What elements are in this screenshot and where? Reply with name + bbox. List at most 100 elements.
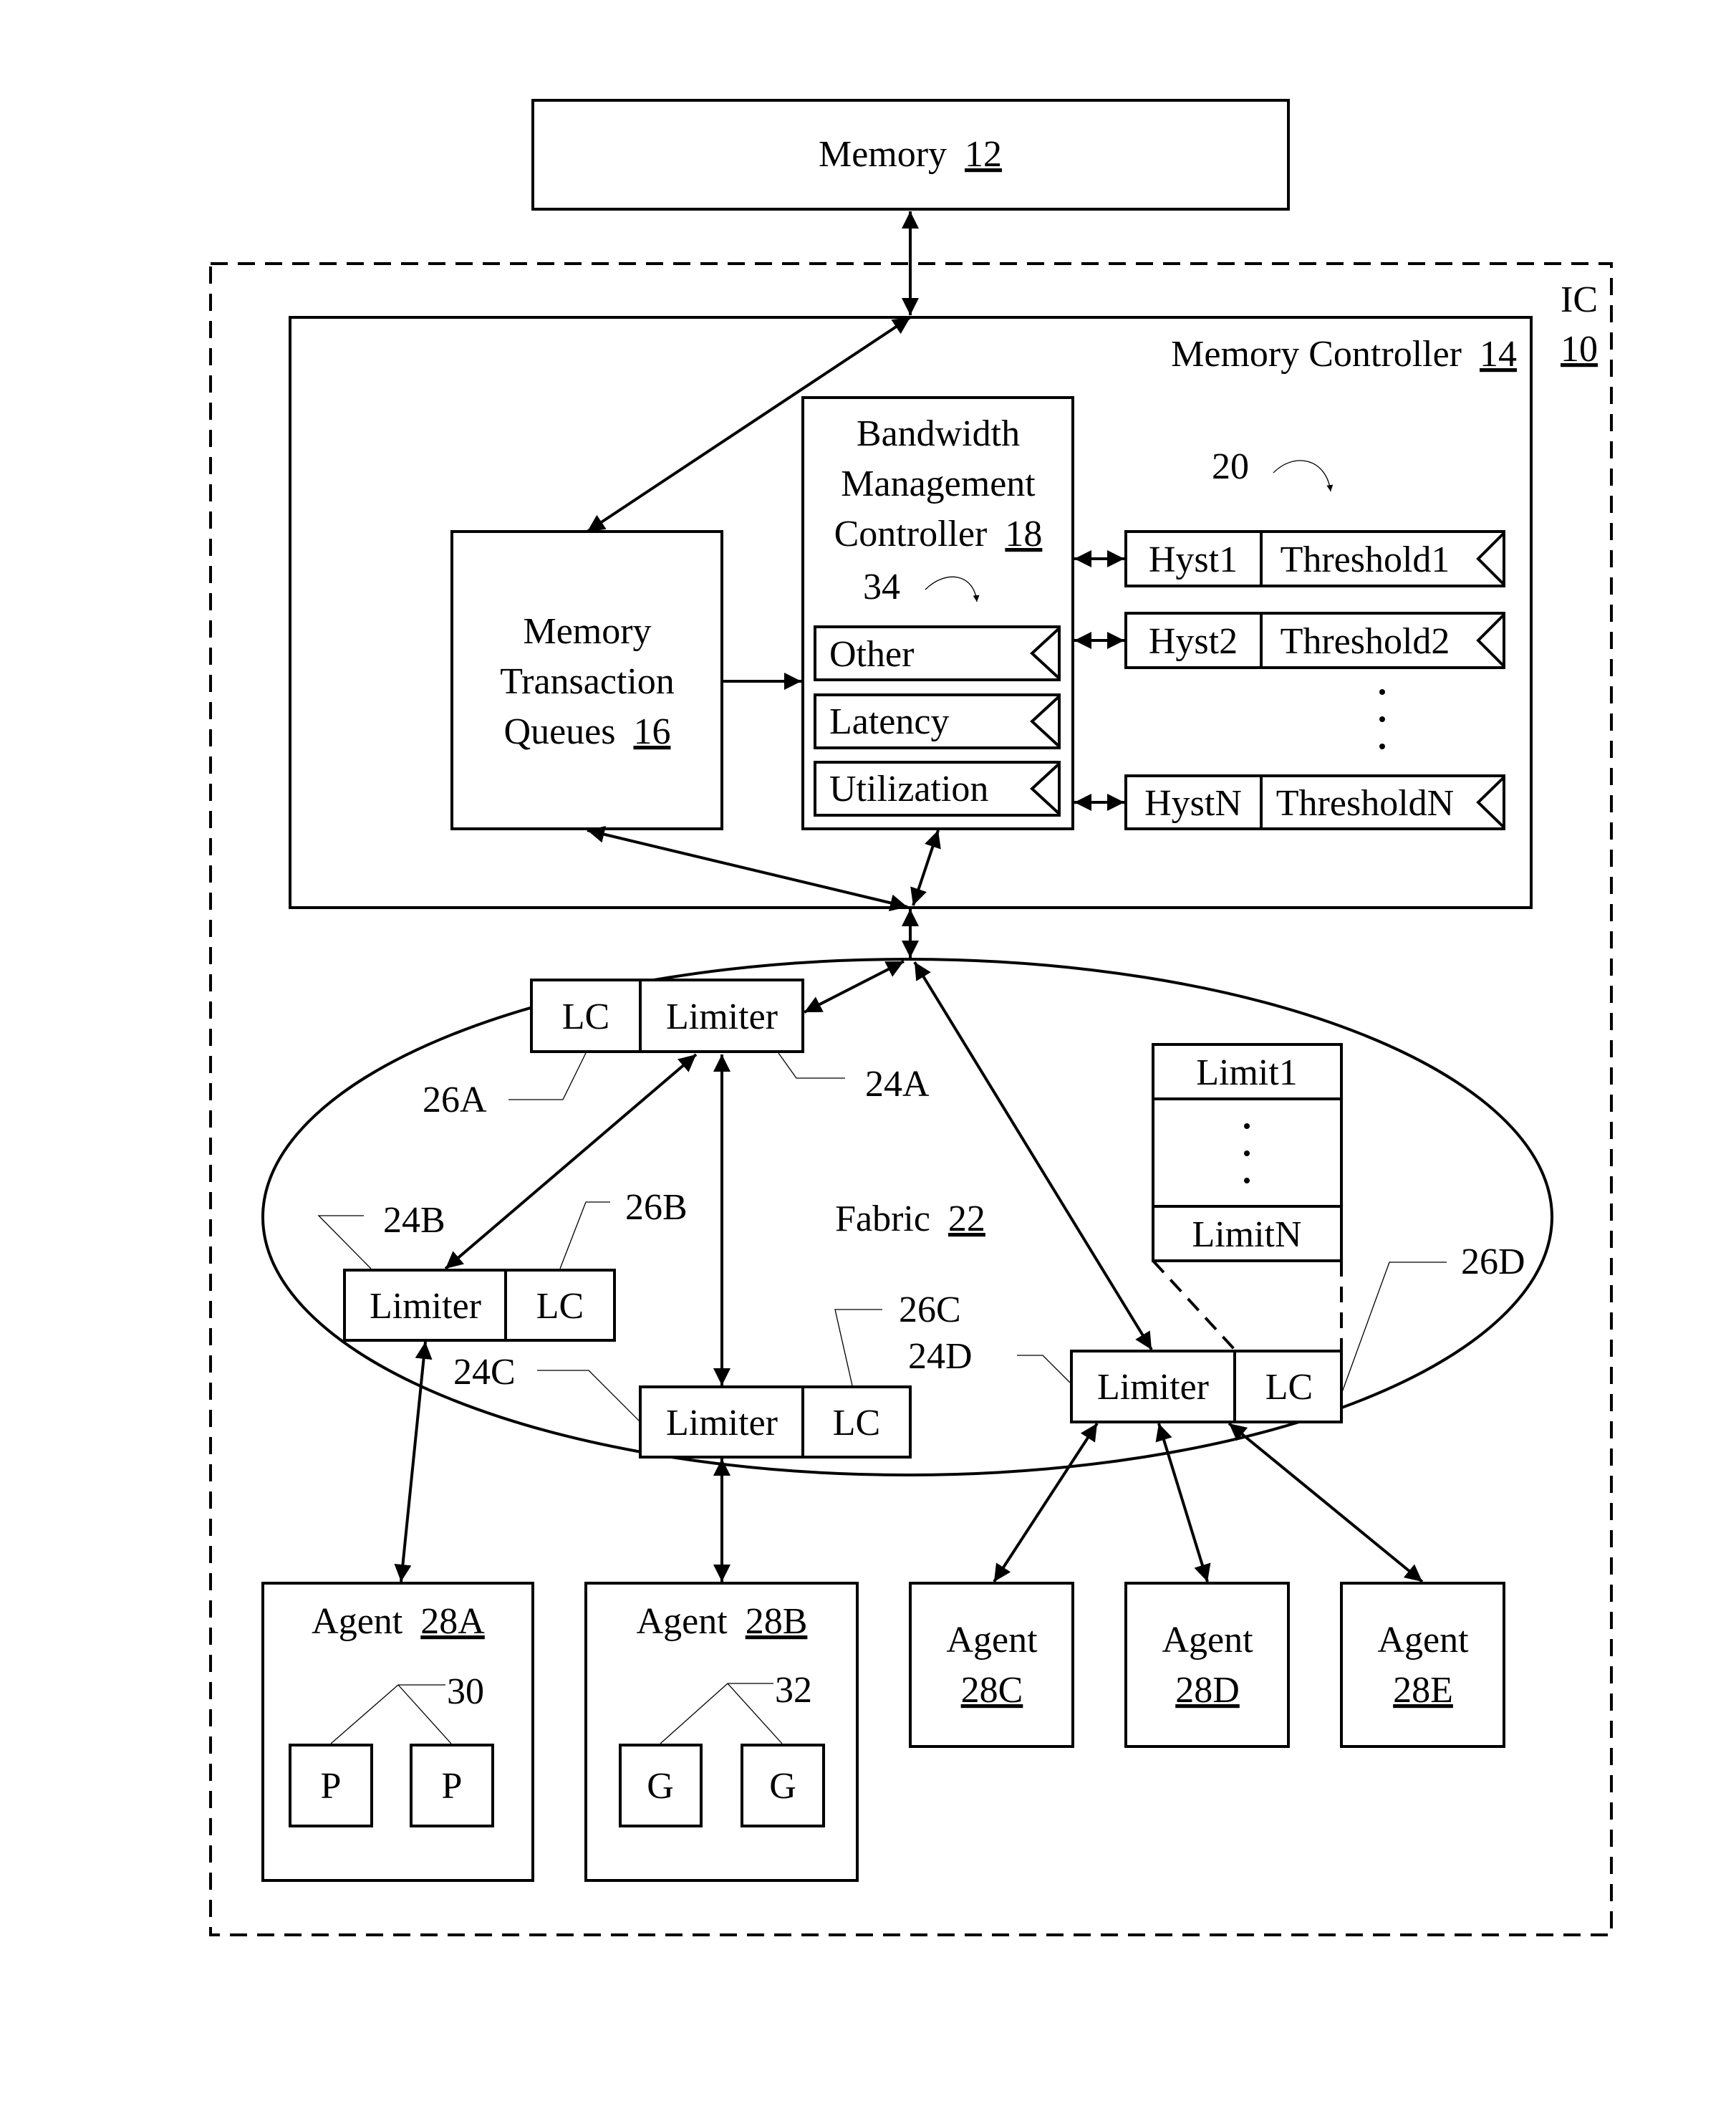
lc-b-ref: 26B — [625, 1187, 688, 1228]
agent-a: Agent 28A 30 P P — [261, 1582, 534, 1882]
monitor-utilization: Utilization — [814, 761, 1061, 817]
memory-block: Memory 12 — [531, 99, 1290, 211]
graphics-group-ref: 32 — [775, 1670, 812, 1711]
limiter-b: Limiter LC — [343, 1269, 616, 1342]
processor-group-ref: 30 — [447, 1671, 484, 1712]
monitor-utilization-label: Utilization — [829, 769, 988, 809]
lc-c-ref: 26C — [899, 1289, 961, 1330]
agent-c-ref: 28C — [961, 1670, 1023, 1711]
memory-label: Memory — [819, 134, 947, 175]
memory-controller-label: Memory Controller — [1171, 334, 1462, 375]
svg-text:Memory 12: Memory 12 — [819, 134, 1002, 175]
lc-c-leader — [834, 1309, 882, 1386]
svg-text:Memory Controller 14: Memory Controller 14 — [1171, 334, 1517, 375]
limit-table-dashed-left — [1152, 1259, 1236, 1351]
memory-ref: 12 — [965, 134, 1002, 175]
limiter-b-leader — [317, 1215, 372, 1269]
limiter-a-label: Limiter — [666, 996, 778, 1037]
limiter-a: LC Limiter — [530, 979, 804, 1053]
limiter-b-ref: 24B — [383, 1200, 445, 1241]
lc-d-label: LC — [1265, 1367, 1313, 1408]
ic-ref: 10 — [1561, 329, 1598, 370]
lc-c-label: LC — [833, 1403, 880, 1443]
threshold-table-ref: 20 — [1212, 446, 1249, 487]
limiter-d-agent-e-link — [1228, 1422, 1424, 1583]
monitor-other: Other — [814, 625, 1061, 681]
agent-b-ref: 28B — [746, 1601, 808, 1642]
queues-label-line3: Queues — [504, 711, 616, 752]
agent-a-label: Agent — [312, 1601, 403, 1642]
graphics-1-label: G — [647, 1766, 674, 1807]
monitor-other-label: Other — [829, 634, 914, 675]
limiter-d-label: Limiter — [1097, 1367, 1209, 1408]
bmc-label-line2: Management — [841, 463, 1036, 504]
limiter-b-label: Limiter — [370, 1286, 481, 1327]
agent-e: Agent 28E — [1340, 1582, 1505, 1748]
lc-a-ref: 26A — [423, 1080, 487, 1120]
agent-d: Agent 28D — [1124, 1582, 1290, 1748]
agent-a-ref: 28A — [420, 1601, 485, 1642]
limiter-a-leader — [778, 1052, 845, 1079]
svg-text:Agent 28B: Agent 28B — [637, 1601, 808, 1642]
queues-ref: 16 — [633, 711, 670, 752]
svg-text:Queues 16: Queues 16 — [504, 711, 671, 752]
limiter-a-ref: 24A — [865, 1064, 930, 1105]
limitn-label: LimitN — [1192, 1214, 1301, 1255]
agent-b: Agent 28B 32 G G — [584, 1582, 859, 1882]
threshold1-label: Threshold1 — [1281, 539, 1450, 580]
fabric-label: Fabric — [835, 1198, 930, 1239]
hyst2-label: Hyst2 — [1149, 621, 1238, 662]
lc-a-label: LC — [562, 996, 609, 1037]
block-diagram: Memory 12 IC 10 Memory Controller 14 Mem… — [209, 99, 1613, 1936]
monitor-latency-label: Latency — [829, 701, 949, 742]
monitor-ref-label: 34 — [863, 567, 900, 607]
limiter-c: Limiter LC — [639, 1385, 912, 1459]
limit-table: Limit1 LimitN — [1152, 1043, 1343, 1351]
processor-1-label: P — [321, 1766, 342, 1807]
agent-c: Agent 28C — [909, 1582, 1074, 1748]
limiter-d-leader — [1017, 1355, 1071, 1383]
limiter-d-ref: 24D — [908, 1336, 973, 1377]
threshold-row-1: Hyst1 Threshold1 — [1074, 530, 1505, 587]
agent-e-ref: 28E — [1393, 1670, 1453, 1711]
lc-b-label: LC — [536, 1286, 584, 1327]
limiter-a-fabric-link — [804, 960, 905, 1014]
agent-d-label: Agent — [1162, 1620, 1253, 1661]
limiter-c-label: Limiter — [666, 1403, 778, 1443]
limiter-d: Limiter LC — [1070, 1350, 1343, 1423]
agent-c-label: Agent — [946, 1620, 1038, 1661]
thresholdn-label: ThresholdN — [1276, 783, 1454, 824]
queues-label-line2: Transaction — [500, 661, 675, 702]
bmc-ref: 18 — [1005, 514, 1042, 554]
threshold2-label: Threshold2 — [1281, 621, 1450, 662]
lc-d-ref: 26D — [1461, 1241, 1525, 1282]
lc-b-leader — [559, 1201, 610, 1269]
hystn-label: HystN — [1144, 783, 1242, 824]
lc-d-leader — [1341, 1262, 1447, 1395]
queues-label-line1: Memory — [523, 611, 651, 652]
bandwidth-controller-block: Bandwidth Management Controller 18 34 Ot… — [801, 396, 1074, 830]
bmc-label-line3: Controller — [834, 514, 988, 554]
agent-d-ref: 28D — [1175, 1670, 1240, 1711]
limit1-label: Limit1 — [1196, 1052, 1298, 1093]
graphics-2-label: G — [769, 1766, 796, 1807]
limiter-d-agent-c-link — [993, 1422, 1099, 1583]
transaction-queues-block: Memory Transaction Queues 16 — [450, 530, 723, 830]
hyst1-label: Hyst1 — [1149, 539, 1238, 580]
bmc-label-line1: Bandwidth — [857, 413, 1020, 454]
limiter-c-leader — [537, 1370, 641, 1423]
svg-text:Agent 28A: Agent 28A — [312, 1601, 485, 1642]
svg-text:Fabric 22: Fabric 22 — [835, 1198, 985, 1239]
agent-e-label: Agent — [1377, 1620, 1469, 1661]
monitor-latency: Latency — [814, 693, 1061, 749]
svg-text:Controller 18: Controller 18 — [834, 514, 1043, 554]
ic-label: IC — [1561, 279, 1598, 320]
memory-controller-ref: 14 — [1480, 334, 1517, 375]
processor-2-label: P — [442, 1766, 463, 1807]
limiter-c-ref: 24C — [453, 1352, 516, 1393]
threshold-row-n: HystN ThresholdN — [1074, 774, 1505, 830]
threshold-row-2: Hyst2 Threshold2 — [1074, 612, 1505, 669]
lc-a-leader — [508, 1052, 587, 1100]
fabric-ref: 22 — [948, 1198, 985, 1239]
agent-b-label: Agent — [637, 1601, 728, 1642]
